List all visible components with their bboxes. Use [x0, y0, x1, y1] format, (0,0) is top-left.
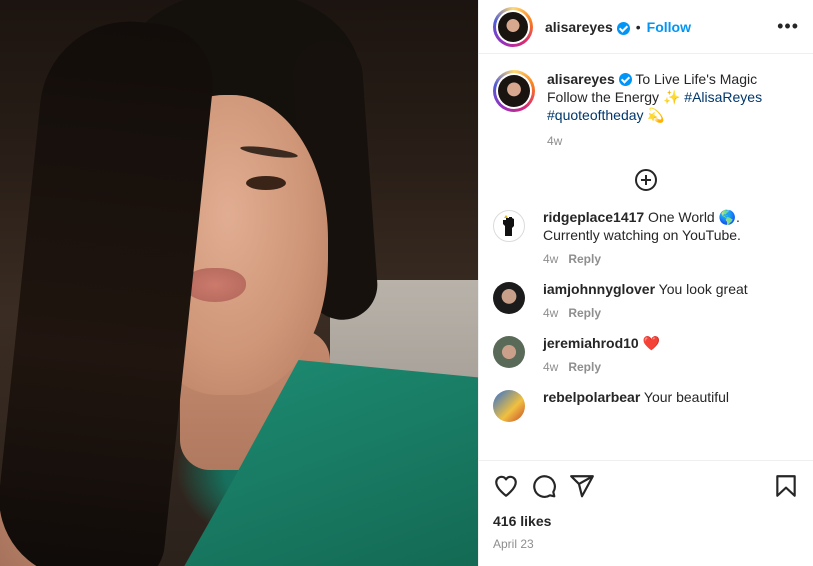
comment-item: ridgeplace1417 One World 🌎. Currently wa… [493, 208, 799, 268]
caption-time: 4w [547, 134, 563, 148]
reply-button[interactable]: Reply [568, 306, 601, 320]
comment-text: Your beautiful [640, 389, 730, 405]
comment-username[interactable]: ridgeplace1417 [543, 209, 644, 225]
comment-item: jeremiahrod10 ❤️ 4w Reply [493, 334, 799, 376]
heart-icon[interactable] [493, 473, 519, 499]
verified-badge-icon [618, 73, 632, 86]
commenter-avatar[interactable] [493, 390, 525, 422]
post-date: April 23 [493, 537, 534, 551]
author-avatar[interactable] [493, 6, 533, 47]
comment-time: 4w [543, 252, 559, 266]
post-header: alisareyes • Follow ••• [479, 0, 813, 54]
comment-time: 4w [543, 360, 559, 374]
caption-emoji: 💫 [643, 107, 665, 123]
like-count[interactable]: 416 likes [493, 513, 799, 529]
post-modal: alisareyes • Follow ••• alisareyes To Li… [0, 0, 813, 566]
comments-list[interactable]: alisareyes To Live Life's Magic Follow t… [479, 54, 813, 460]
share-icon[interactable] [569, 473, 595, 499]
comment-text: ❤️ [638, 335, 661, 351]
verified-badge-icon [616, 22, 630, 35]
reply-button[interactable]: Reply [568, 252, 601, 266]
comment-username[interactable]: rebelpolarbear [543, 389, 640, 405]
add-comment-icon[interactable] [634, 168, 658, 192]
commenter-avatar[interactable] [493, 210, 525, 242]
post-photo[interactable] [0, 0, 478, 566]
commenter-avatar[interactable] [493, 282, 525, 314]
comment-text: You look great [655, 281, 748, 297]
hashtag-link[interactable]: #AlisaReyes [684, 89, 762, 105]
more-icon[interactable]: ••• [777, 16, 799, 37]
caption-text: alisareyes To Live Life's Magic Follow t… [547, 70, 799, 124]
action-bar [493, 473, 799, 499]
comment-username[interactable]: jeremiahrod10 [543, 335, 639, 351]
commenter-avatar[interactable] [493, 336, 525, 368]
caption-avatar[interactable] [493, 70, 535, 112]
comment-time: 4w [543, 306, 559, 320]
comment-username[interactable]: iamjohnnyglover [543, 281, 655, 297]
comment-item: iamjohnnyglover You look great 4w Reply [493, 280, 799, 322]
comment-icon[interactable] [531, 473, 557, 499]
caption: alisareyes To Live Life's Magic Follow t… [493, 70, 799, 150]
post-side-panel: alisareyes • Follow ••• alisareyes To Li… [478, 0, 813, 566]
author-username[interactable]: alisareyes [545, 19, 613, 35]
hashtag-link[interactable]: #quoteoftheday [547, 107, 644, 123]
reply-button[interactable]: Reply [568, 360, 601, 374]
separator-dot: • [635, 18, 641, 35]
post-footer: 416 likes April 23 [479, 460, 813, 566]
caption-username[interactable]: alisareyes [547, 71, 615, 87]
follow-button[interactable]: Follow [647, 19, 691, 35]
bookmark-icon[interactable] [773, 473, 799, 499]
comment-item: rebelpolarbear Your beautiful [493, 388, 799, 422]
